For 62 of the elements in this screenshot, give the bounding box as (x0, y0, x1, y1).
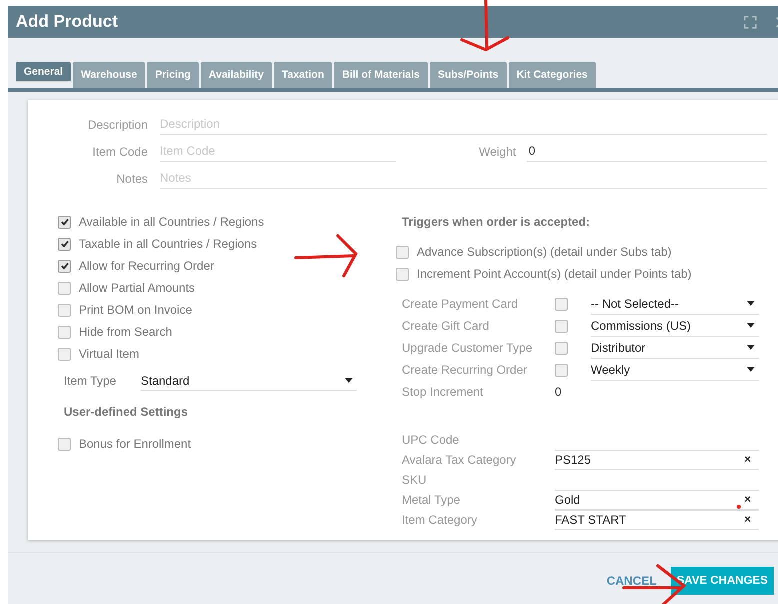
checkbox-label: Allow for Recurring Order (79, 259, 214, 273)
annotation-dot (737, 505, 741, 509)
caret-icon (747, 301, 755, 306)
section-heading: User-defined Settings (64, 405, 190, 419)
checkbox-label: Advance Subscription(s) (detail under Subs tab) (417, 245, 672, 259)
caret-icon (747, 323, 755, 328)
field-label: Create Recurring Order (402, 362, 528, 379)
dropdown[interactable]: Standard (141, 371, 357, 391)
checkbox[interactable] (58, 260, 71, 272)
field-label: Notes (116, 172, 148, 186)
checkbox[interactable] (58, 438, 71, 450)
checkbox[interactable] (58, 282, 71, 294)
input-field[interactable]: PS125 × (555, 450, 759, 470)
field-label: Description (86, 118, 148, 132)
clear-button[interactable]: × (744, 494, 751, 506)
field-label: Create Gift Card (402, 318, 490, 335)
checkbox-label: Increment Point Account(s) (detail under Points tab) (417, 267, 692, 281)
dropdown[interactable]: Commissions (US) (591, 315, 759, 337)
field-label: Item Category (402, 512, 478, 529)
dropdown[interactable]: -- Not Selected-- (591, 293, 759, 315)
field-value: 0 (555, 384, 563, 401)
fullscreen-icon[interactable] (744, 16, 757, 28)
section-heading: Triggers when order is accepted: (402, 215, 592, 229)
caret-icon (747, 367, 755, 372)
checkbox[interactable] (555, 342, 568, 354)
checkbox[interactable] (555, 320, 568, 332)
tab[interactable]: General (16, 62, 72, 82)
clear-button[interactable]: × (744, 514, 751, 526)
input-field[interactable]: FAST START × (555, 510, 759, 530)
checkbox-label: Available in all Countries / Regions (79, 215, 264, 229)
checkbox-label: Allow Partial Amounts (79, 281, 196, 295)
field-label: Create Payment Card (402, 296, 520, 313)
field-label: Avalara Tax Category (402, 452, 518, 469)
field-label: Stop Increment (402, 384, 484, 401)
checkbox-label: Taxable in all Countries / Regions (79, 237, 258, 251)
checkbox-label: Virtual Item (79, 347, 140, 361)
field-label: SKU (402, 472, 428, 489)
checkbox[interactable] (555, 364, 568, 376)
field-label: Item Type (64, 374, 117, 388)
checkbox-label: Print BOM on Invoice (79, 303, 192, 317)
field-label: Upgrade Customer Type (402, 340, 534, 357)
field-label: Weight (479, 144, 518, 158)
checkbox[interactable] (58, 348, 71, 360)
field-label: Metal Type (402, 492, 462, 509)
checkbox[interactable] (58, 216, 71, 228)
field-label: UPC Code (402, 432, 460, 449)
window-title: Add Product (16, 12, 119, 32)
checkbox[interactable] (396, 246, 409, 258)
clear-button[interactable]: × (744, 454, 751, 466)
dropdown[interactable]: Weekly (591, 359, 759, 381)
caret-icon (345, 378, 353, 383)
checkbox[interactable] (58, 326, 71, 338)
checkbox[interactable] (555, 298, 568, 310)
checkbox[interactable] (58, 304, 71, 316)
field-label: Item Code (92, 144, 148, 158)
checkbox[interactable] (396, 268, 409, 280)
checkbox-label: Hide from Search (79, 325, 172, 339)
input-field[interactable]: Gold × (555, 490, 759, 510)
checkbox[interactable] (58, 238, 71, 250)
dropdown[interactable]: Distributor (591, 337, 759, 359)
checkbox-label: Bonus for Enrollment (79, 437, 192, 451)
caret-icon (747, 345, 755, 350)
